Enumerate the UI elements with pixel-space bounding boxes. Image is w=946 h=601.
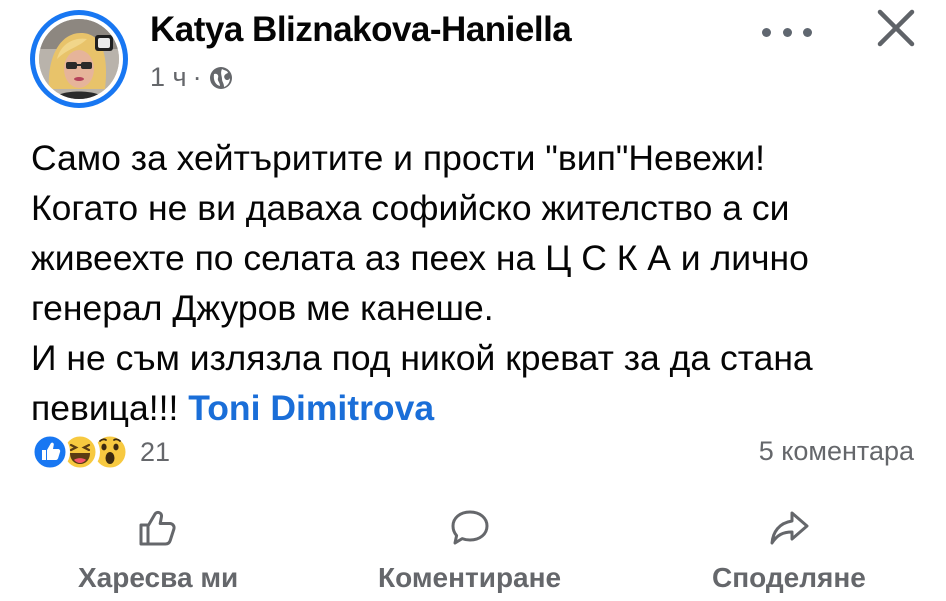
reaction-count: 21 (140, 436, 171, 467)
post-text-line: И не съм излязла под никой креват за да … (31, 338, 813, 378)
comments-count-link[interactable]: 5 коментара (759, 436, 914, 467)
thumbs-up-icon (136, 508, 180, 548)
post-meta: 1 ч · (150, 62, 234, 93)
author-avatar[interactable] (30, 10, 128, 108)
author-name[interactable]: Katya Bliznakova-Haniella (150, 10, 572, 50)
close-icon[interactable] (872, 4, 920, 52)
post-text: Само за хейтъритите и прости "вип"Невежи… (31, 133, 931, 433)
post-text-line: генерал Джуров ме канеше. (31, 288, 494, 328)
like-reaction-icon (30, 432, 70, 472)
mention-link[interactable]: Toni Dimitrova (188, 388, 434, 428)
like-button-label: Харесва ми (78, 562, 239, 593)
post-text-line: Само за хейтъритите и прости "вип"Невежи… (31, 138, 766, 178)
share-arrow-icon (767, 508, 811, 548)
reactions-summary[interactable]: 21 (30, 432, 170, 472)
facebook-post: Katya Bliznakova-Haniella 1 ч · Само за … (0, 0, 946, 601)
post-text-line: Когато не ви даваха софийско жителство а… (31, 188, 790, 228)
comment-button-label: Коментиране (378, 562, 562, 593)
comment-button[interactable]: Коментиране (378, 508, 561, 594)
comment-bubble-icon (448, 508, 492, 548)
share-button[interactable]: Споделяне (712, 508, 866, 594)
post-text-fragment: певица!!! (31, 388, 189, 428)
avatar-photo (39, 19, 119, 99)
post-text-last-line: певица!!! Toni Dimitrova (31, 383, 931, 433)
share-button-label: Споделяне (712, 562, 866, 593)
post-text-line: живеехте по селата аз пеех на Ц С К А и … (31, 238, 809, 278)
globe-icon[interactable] (208, 65, 234, 91)
like-button[interactable]: Харесва ми (78, 508, 238, 594)
meta-separator: · (192, 62, 202, 92)
more-options-icon[interactable] (762, 24, 812, 40)
post-timestamp[interactable]: 1 ч (150, 62, 187, 93)
